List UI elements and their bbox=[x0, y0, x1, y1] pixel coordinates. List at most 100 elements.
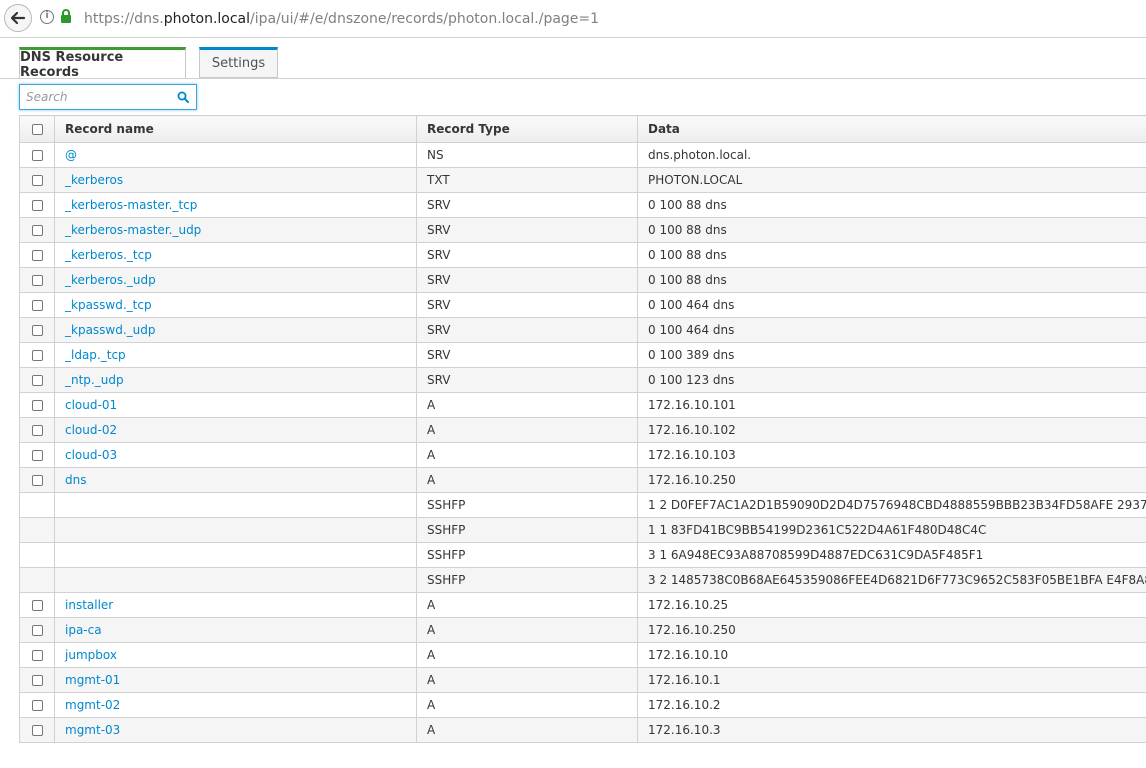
row-checkbox[interactable] bbox=[31, 600, 43, 611]
table-row: installer A 172.16.10.25 bbox=[19, 592, 1146, 618]
row-checkbox[interactable] bbox=[31, 400, 43, 411]
table-header-row: Record name Record Type Data bbox=[19, 115, 1146, 143]
record-data-cell: 172.16.10.1 bbox=[637, 667, 1146, 693]
record-name-cell bbox=[54, 492, 417, 518]
row-checkbox[interactable] bbox=[31, 325, 43, 336]
row-checkbox[interactable] bbox=[31, 475, 43, 486]
row-checkbox[interactable] bbox=[31, 700, 43, 711]
record-name-link[interactable]: installer bbox=[65, 598, 113, 612]
row-select-cell bbox=[19, 592, 55, 618]
row-select-cell bbox=[19, 417, 55, 443]
record-name-cell bbox=[54, 567, 417, 593]
url-text[interactable]: https://dns.photon.local/ipa/ui/#/e/dnsz… bbox=[84, 11, 599, 27]
record-type-cell: A bbox=[416, 717, 638, 743]
record-name-cell: ipa-ca bbox=[54, 617, 417, 643]
record-type-cell: SSHFP bbox=[416, 542, 638, 568]
record-type-cell: A bbox=[416, 692, 638, 718]
column-header-data[interactable]: Data bbox=[637, 115, 1146, 143]
record-name-link[interactable]: @ bbox=[65, 148, 77, 162]
record-name-cell: mgmt-02 bbox=[54, 692, 417, 718]
table-row: SSHFP 3 2 1485738C0B68AE645359086FEE4D682… bbox=[19, 567, 1146, 593]
row-checkbox[interactable] bbox=[31, 225, 43, 236]
record-type-cell: A bbox=[416, 617, 638, 643]
url-host: photon.local bbox=[163, 11, 251, 27]
record-type-cell: SRV bbox=[416, 317, 638, 343]
column-header-record-name[interactable]: Record name bbox=[54, 115, 417, 143]
search-box bbox=[19, 84, 197, 110]
record-data-cell: 0 100 88 dns bbox=[637, 267, 1146, 293]
row-checkbox[interactable] bbox=[31, 725, 43, 736]
record-data-cell: 0 100 464 dns bbox=[637, 317, 1146, 343]
select-all-checkbox[interactable] bbox=[31, 124, 43, 135]
row-checkbox[interactable] bbox=[31, 625, 43, 636]
record-name-link[interactable]: _kpasswd._udp bbox=[65, 323, 156, 337]
table-row: _kpasswd._tcp SRV 0 100 464 dns bbox=[19, 292, 1146, 318]
record-name-link[interactable]: _kerberos._tcp bbox=[65, 248, 152, 262]
record-data-cell: 172.16.10.25 bbox=[637, 592, 1146, 618]
record-name-link[interactable]: cloud-01 bbox=[65, 398, 117, 412]
record-name-link[interactable]: mgmt-02 bbox=[65, 698, 120, 712]
tab-dns-resource-records[interactable]: DNS Resource Records bbox=[19, 47, 186, 80]
row-select-cell bbox=[19, 567, 55, 593]
record-name-cell: mgmt-03 bbox=[54, 717, 417, 743]
record-name-link[interactable]: _ntp._udp bbox=[65, 373, 124, 387]
row-checkbox[interactable] bbox=[31, 175, 43, 186]
lock-icon[interactable] bbox=[60, 8, 72, 24]
back-button[interactable] bbox=[4, 4, 32, 32]
record-name-link[interactable]: cloud-03 bbox=[65, 448, 117, 462]
record-name-link[interactable]: _ldap._tcp bbox=[65, 348, 126, 362]
record-name-link[interactable]: _kerberos bbox=[65, 173, 123, 187]
record-name-cell: _kerberos-master._udp bbox=[54, 217, 417, 243]
table-row: mgmt-03 A 172.16.10.3 bbox=[19, 717, 1146, 743]
row-select-cell bbox=[19, 717, 55, 743]
row-select-cell bbox=[19, 542, 55, 568]
record-type-cell: SRV bbox=[416, 192, 638, 218]
row-select-cell bbox=[19, 692, 55, 718]
record-name-cell: _ldap._tcp bbox=[54, 342, 417, 368]
record-data-cell: PHOTON.LOCAL bbox=[637, 167, 1146, 193]
record-name-link[interactable]: jumpbox bbox=[65, 648, 117, 662]
row-checkbox[interactable] bbox=[31, 275, 43, 286]
record-name-link[interactable]: _kpasswd._tcp bbox=[65, 298, 152, 312]
record-name-link[interactable]: mgmt-01 bbox=[65, 673, 120, 687]
info-icon[interactable]: i bbox=[40, 10, 54, 24]
row-checkbox[interactable] bbox=[31, 675, 43, 686]
record-data-cell: 0 100 389 dns bbox=[637, 342, 1146, 368]
row-select-cell bbox=[19, 642, 55, 668]
search-input[interactable] bbox=[20, 85, 176, 109]
record-name-link[interactable]: _kerberos._udp bbox=[65, 273, 156, 287]
record-name-link[interactable]: mgmt-03 bbox=[65, 723, 120, 737]
row-checkbox[interactable] bbox=[31, 150, 43, 161]
record-data-cell: 172.16.10.3 bbox=[637, 717, 1146, 743]
row-checkbox[interactable] bbox=[31, 450, 43, 461]
record-name-cell: dns bbox=[54, 467, 417, 493]
row-checkbox[interactable] bbox=[31, 375, 43, 386]
row-checkbox[interactable] bbox=[31, 300, 43, 311]
table-row: mgmt-02 A 172.16.10.2 bbox=[19, 692, 1146, 718]
record-type-cell: SRV bbox=[416, 342, 638, 368]
row-checkbox[interactable] bbox=[31, 200, 43, 211]
row-checkbox[interactable] bbox=[31, 250, 43, 261]
record-name-cell: _kerberos._udp bbox=[54, 267, 417, 293]
tab-settings[interactable]: Settings bbox=[199, 47, 278, 78]
record-type-cell: A bbox=[416, 467, 638, 493]
record-name-link[interactable]: _kerberos-master._tcp bbox=[65, 198, 197, 212]
row-checkbox[interactable] bbox=[31, 350, 43, 361]
record-name-cell: _kerberos bbox=[54, 167, 417, 193]
record-name-cell: _ntp._udp bbox=[54, 367, 417, 393]
search-icon[interactable] bbox=[177, 91, 189, 103]
column-header-record-type[interactable]: Record Type bbox=[416, 115, 638, 143]
table-row: _ntp._udp SRV 0 100 123 dns bbox=[19, 367, 1146, 393]
record-name-cell: cloud-01 bbox=[54, 392, 417, 418]
record-data-cell: 0 100 464 dns bbox=[637, 292, 1146, 318]
row-checkbox[interactable] bbox=[31, 650, 43, 661]
record-name-cell: jumpbox bbox=[54, 642, 417, 668]
row-select-cell bbox=[19, 217, 55, 243]
record-name-link[interactable]: dns bbox=[65, 473, 86, 487]
row-select-cell bbox=[19, 517, 55, 543]
record-name-link[interactable]: ipa-ca bbox=[65, 623, 102, 637]
record-type-cell: SSHFP bbox=[416, 517, 638, 543]
record-name-link[interactable]: _kerberos-master._udp bbox=[65, 223, 201, 237]
row-checkbox[interactable] bbox=[31, 425, 43, 436]
record-name-link[interactable]: cloud-02 bbox=[65, 423, 117, 437]
